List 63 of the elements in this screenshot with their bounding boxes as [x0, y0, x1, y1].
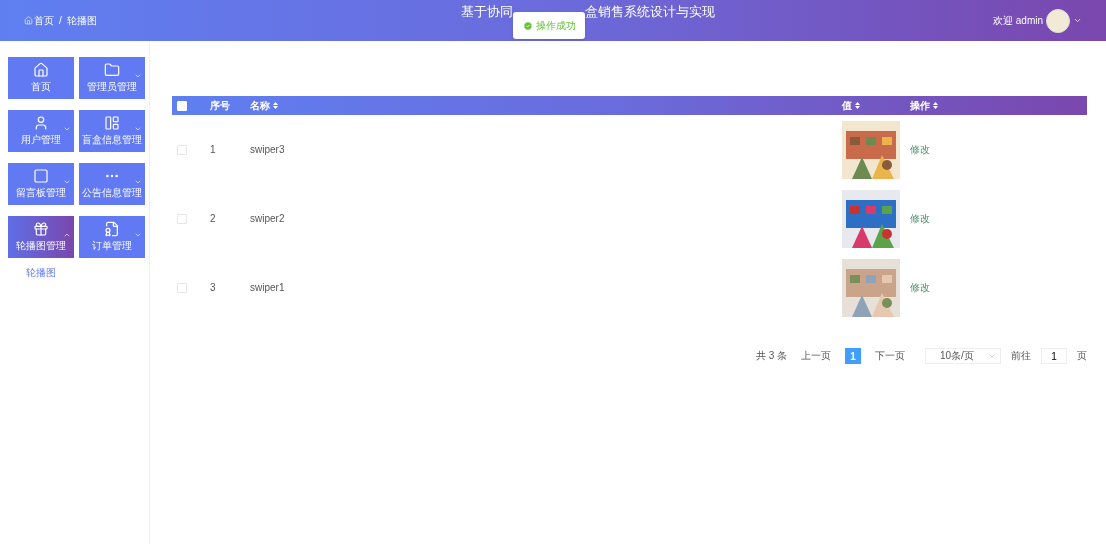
- next-page-button[interactable]: 下一页: [871, 348, 909, 364]
- sort-icon: [933, 102, 938, 109]
- user-icon: [33, 115, 49, 131]
- table-cell: swiper3: [250, 144, 285, 155]
- caret-icon: [134, 72, 142, 80]
- row-checkbox[interactable]: [177, 213, 187, 224]
- column-header[interactable]: 名称: [250, 98, 278, 113]
- menu-tile[interactable]: 首页: [8, 57, 74, 99]
- menu-tile[interactable]: 管理员管理: [79, 57, 145, 99]
- caret-icon: [63, 178, 71, 186]
- app-title: 基于协同: [461, 3, 513, 21]
- column-header[interactable]: 操作: [910, 98, 938, 113]
- page-button[interactable]: 1: [845, 348, 861, 364]
- table-cell: 1: [210, 144, 216, 155]
- page-size-select[interactable]: 10条/页: [925, 348, 1001, 364]
- home-icon: [24, 16, 33, 25]
- table-cell: swiper2: [250, 213, 285, 224]
- menu-tile[interactable]: 轮播图管理: [8, 216, 74, 258]
- edit-link[interactable]: 修改: [910, 280, 930, 295]
- folder-icon: [104, 62, 120, 78]
- caret-icon: [63, 125, 71, 133]
- square-icon: [33, 168, 49, 184]
- goto-label: 前往: [1011, 349, 1031, 363]
- table-cell: 3: [210, 282, 216, 293]
- prev-page-button[interactable]: 上一页: [797, 348, 835, 364]
- app-title: 盒销售系统设计与实现: [585, 3, 715, 21]
- check-icon: [522, 20, 533, 31]
- file-icon: [104, 221, 120, 237]
- table-cell: swiper1: [250, 282, 285, 293]
- success-toast: 操作成功: [513, 12, 585, 39]
- column-header[interactable]: 值: [842, 98, 860, 113]
- breadcrumb-item[interactable]: 轮播图: [66, 13, 97, 28]
- layout-icon: [104, 115, 120, 131]
- sort-icon: [273, 102, 278, 109]
- menu-tile[interactable]: 订单管理: [79, 216, 145, 258]
- page-input[interactable]: 1: [1041, 348, 1067, 364]
- caret-icon: [134, 178, 142, 186]
- page-suffix: 页: [1077, 349, 1087, 363]
- menu-tile[interactable]: 用户管理: [8, 110, 74, 152]
- breadcrumb-item[interactable]: 首页: [24, 13, 54, 28]
- gift-icon: [33, 221, 49, 237]
- menu-tile[interactable]: 盲盒信息管理: [79, 110, 145, 152]
- edit-link[interactable]: 修改: [910, 142, 930, 157]
- menu-tile[interactable]: 留言板管理: [8, 163, 74, 205]
- caret-icon[interactable]: [1073, 16, 1082, 25]
- table-cell: 2: [210, 213, 216, 224]
- submenu-item[interactable]: 轮播图: [8, 258, 149, 280]
- welcome-text: 欢迎 admin: [993, 13, 1043, 28]
- menu-tile[interactable]: 公告信息管理: [79, 163, 145, 205]
- avatar[interactable]: [1046, 8, 1070, 33]
- sort-icon: [855, 102, 860, 109]
- home-icon: [33, 62, 49, 78]
- edit-link[interactable]: 修改: [910, 211, 930, 226]
- select-all-checkbox[interactable]: [177, 100, 187, 111]
- row-checkbox[interactable]: [177, 144, 187, 155]
- caret-icon: [988, 352, 996, 360]
- caret-icon: [134, 231, 142, 239]
- column-header: 序号: [210, 98, 230, 113]
- row-checkbox[interactable]: [177, 282, 187, 293]
- caret-icon: [134, 125, 142, 133]
- caret-icon: [63, 231, 71, 239]
- breadcrumb-separator: /: [59, 15, 62, 26]
- total-count: 共 3 条: [755, 349, 787, 363]
